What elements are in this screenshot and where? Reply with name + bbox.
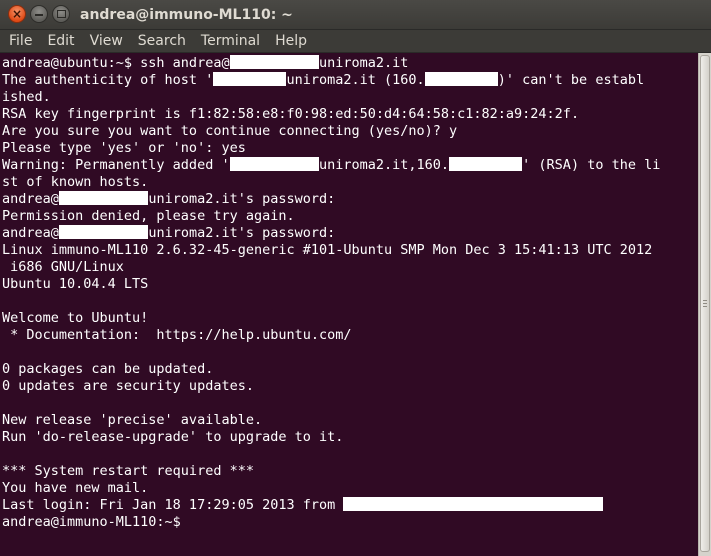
terminal-text-segment: Linux immuno-ML110 2.6.32-45-generic #10… bbox=[2, 242, 653, 258]
menu-file[interactable]: File bbox=[5, 31, 36, 52]
terminal-text-segment: 0 packages can be updated. bbox=[2, 361, 214, 377]
terminal-text-segment: Last login: Fri Jan 18 17:29:05 2013 fro… bbox=[2, 497, 344, 513]
scrollbar-grip-line bbox=[703, 303, 707, 304]
terminal-text-segment: 0 updates are security updates. bbox=[2, 378, 254, 394]
terminal-line: andrea@ubuntu:~$ ssh andrea@ uniroma2.it bbox=[2, 55, 660, 72]
terminal-line: andrea@immuno-ML110:~$ bbox=[2, 514, 660, 531]
terminal-text-segment: andrea@ bbox=[2, 191, 59, 207]
terminal-text-segment: ished. bbox=[2, 89, 51, 105]
menu-bar: File Edit View Search Terminal Help bbox=[0, 30, 711, 53]
terminal-line: RSA key fingerprint is f1:82:58:e8:f0:98… bbox=[2, 106, 660, 123]
terminal-text-segment: Permission denied, please try again. bbox=[2, 208, 295, 224]
redacted-block bbox=[213, 72, 287, 86]
terminal-line: The authenticity of host ' uniroma2.it (1… bbox=[2, 72, 660, 89]
menu-help[interactable]: Help bbox=[271, 31, 311, 52]
terminal-text-segment: Please type 'yes' or 'no': yes bbox=[2, 140, 246, 156]
terminal-line: andrea@ uniroma2.it's password: bbox=[2, 225, 660, 242]
terminal-text-segment: ' (RSA) to the li bbox=[522, 157, 661, 173]
menu-terminal[interactable]: Terminal bbox=[197, 31, 264, 52]
terminal-text-segment: You have new mail. bbox=[2, 480, 149, 496]
terminal-line: Linux immuno-ML110 2.6.32-45-generic #10… bbox=[2, 242, 660, 259]
maximize-icon bbox=[56, 10, 66, 18]
terminal-text: andrea@ubuntu:~$ ssh andrea@ uniroma2.it T… bbox=[2, 55, 660, 531]
close-icon: × bbox=[11, 7, 23, 21]
terminal-text-segment: andrea@ bbox=[2, 225, 59, 241]
terminal-text-segment: i686 GNU/Linux bbox=[2, 259, 124, 275]
terminal-line: 0 updates are security updates. bbox=[2, 378, 660, 395]
terminal-text-segment: Warning: Permanently added ' bbox=[2, 157, 230, 173]
terminal-text-segment: The authenticity of host ' bbox=[2, 72, 214, 88]
terminal-output[interactable]: andrea@ubuntu:~$ ssh andrea@ uniroma2.it T… bbox=[0, 53, 698, 556]
terminal-line: 0 packages can be updated. bbox=[2, 361, 660, 378]
terminal-line: Last login: Fri Jan 18 17:29:05 2013 fro… bbox=[2, 497, 660, 514]
terminal-text-segment: Run 'do-release-upgrade' to upgrade to i… bbox=[2, 429, 344, 445]
terminal-text-segment: Ubuntu 10.04.4 LTS bbox=[2, 276, 149, 292]
terminal-line: Please type 'yes' or 'no': yes bbox=[2, 140, 660, 157]
terminal-text-segment: *** System restart required *** bbox=[2, 463, 254, 479]
scrollbar-grip-line bbox=[703, 300, 707, 301]
terminal-text-segment: uniroma2.it,160. bbox=[318, 157, 450, 173]
redacted-block bbox=[229, 157, 319, 171]
terminal-text-segment: andrea@immuno-ML110:~$ bbox=[2, 514, 181, 530]
terminal-line: *** System restart required *** bbox=[2, 463, 660, 480]
scrollbar-thumb[interactable] bbox=[700, 55, 710, 552]
terminal-text-segment: )' can't be establ bbox=[497, 72, 645, 88]
terminal-line: Ubuntu 10.04.4 LTS bbox=[2, 276, 660, 293]
scrollbar-grip-line bbox=[703, 306, 707, 307]
menu-search[interactable]: Search bbox=[134, 31, 190, 52]
terminal-line: Are you sure you want to continue connec… bbox=[2, 123, 660, 140]
terminal-text-segment: * Documentation: https://help.ubuntu.com… bbox=[2, 327, 352, 343]
redacted-block bbox=[229, 55, 319, 69]
vertical-scrollbar[interactable] bbox=[698, 53, 711, 556]
menu-view[interactable]: View bbox=[86, 31, 127, 52]
terminal-line: New release 'precise' available. bbox=[2, 412, 660, 429]
terminal-line: i686 GNU/Linux bbox=[2, 259, 660, 276]
menu-edit[interactable]: Edit bbox=[43, 31, 78, 52]
terminal-text-segment: st of known hosts. bbox=[2, 174, 149, 190]
terminal-line: * Documentation: https://help.ubuntu.com… bbox=[2, 327, 660, 344]
terminal-text-segment: New release 'precise' available. bbox=[2, 412, 263, 428]
terminal-text-segment: uniroma2.it (160. bbox=[286, 72, 425, 88]
title-bar[interactable]: × andrea@immuno-ML110: ~ bbox=[0, 0, 711, 30]
terminal-line: andrea@ uniroma2.it's password: bbox=[2, 191, 660, 208]
terminal-text-segment: Are you sure you want to continue connec… bbox=[2, 123, 458, 139]
terminal-text-segment: Welcome to Ubuntu! bbox=[2, 310, 149, 326]
terminal-line: st of known hosts. bbox=[2, 174, 660, 191]
terminal-text-segment: uniroma2.it's password: bbox=[148, 225, 336, 241]
redacted-block bbox=[449, 157, 523, 171]
redacted-block bbox=[58, 225, 149, 239]
terminal-text-segment: uniroma2.it's password: bbox=[148, 191, 336, 207]
minimize-icon bbox=[35, 14, 43, 16]
terminal-text-segment: uniroma2.it bbox=[318, 55, 409, 71]
window-title: andrea@immuno-ML110: ~ bbox=[80, 7, 293, 23]
terminal-text-segment: RSA key fingerprint is f1:82:58:e8:f0:98… bbox=[2, 106, 580, 122]
close-window-button[interactable]: × bbox=[8, 5, 26, 23]
terminal-window: × andrea@immuno-ML110: ~ File Edit View … bbox=[0, 0, 711, 556]
terminal-line: ished. bbox=[2, 89, 660, 106]
maximize-window-button[interactable] bbox=[52, 5, 70, 23]
redacted-block bbox=[58, 191, 149, 205]
redacted-block bbox=[424, 72, 498, 86]
minimize-window-button[interactable] bbox=[30, 5, 48, 23]
terminal-line: Run 'do-release-upgrade' to upgrade to i… bbox=[2, 429, 660, 446]
terminal-line: Permission denied, please try again. bbox=[2, 208, 660, 225]
terminal-line: Warning: Permanently added ' uniroma2.it,… bbox=[2, 157, 660, 174]
terminal-line: Welcome to Ubuntu! bbox=[2, 310, 660, 327]
terminal-line: You have new mail. bbox=[2, 480, 660, 497]
terminal-text-segment: andrea@ubuntu:~$ ssh andrea@ bbox=[2, 55, 230, 71]
redacted-block bbox=[343, 497, 604, 511]
